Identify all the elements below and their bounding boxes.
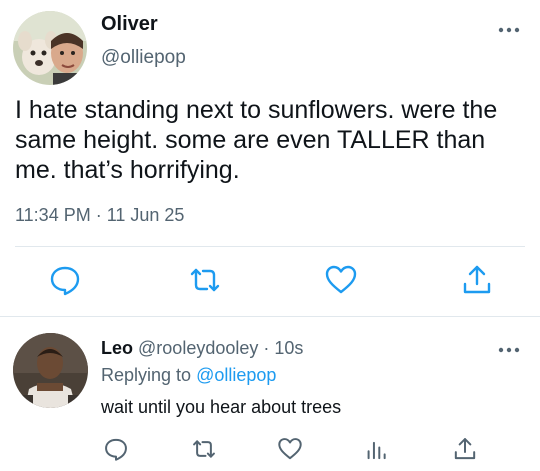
replying-to-handle[interactable]: @olliepop [196, 365, 276, 385]
reply-icon[interactable] [48, 263, 82, 297]
like-icon[interactable] [324, 263, 358, 297]
reply-text: wait until you hear about trees [101, 397, 342, 417]
reply-author-name[interactable]: Leo [101, 338, 133, 358]
reply-author-handle[interactable]: @rooleydooley [138, 338, 258, 358]
retweet-icon[interactable] [188, 263, 222, 297]
author-handle[interactable]: @olliepop [101, 47, 186, 69]
divider [15, 246, 525, 247]
reply-icon[interactable] [103, 436, 129, 462]
replying-to-label: Replying to [101, 365, 192, 385]
share-icon[interactable] [460, 263, 494, 297]
avatar-photo [13, 333, 88, 408]
reply-author-avatar[interactable] [13, 333, 88, 408]
reply-time[interactable]: · 10s [263, 338, 303, 358]
like-icon[interactable] [277, 436, 303, 462]
divider [0, 316, 540, 317]
share-icon[interactable] [452, 436, 478, 462]
reply-header: Leo @rooleydooley · 10s [101, 338, 303, 359]
more-options-icon[interactable] [497, 23, 521, 37]
tweet-text: I hate standing next to sunflowers. were… [15, 96, 498, 184]
analytics-icon[interactable] [364, 436, 390, 462]
replying-to: Replying to @olliepop [101, 365, 276, 386]
avatar-photo [13, 11, 87, 85]
author-avatar[interactable] [13, 11, 87, 85]
retweet-icon[interactable] [191, 436, 217, 462]
tweet-timestamp[interactable]: 11:34 PM · 11 Jun 25 [15, 205, 184, 226]
more-options-icon[interactable] [497, 343, 521, 357]
author-name[interactable]: Oliver [101, 13, 158, 36]
